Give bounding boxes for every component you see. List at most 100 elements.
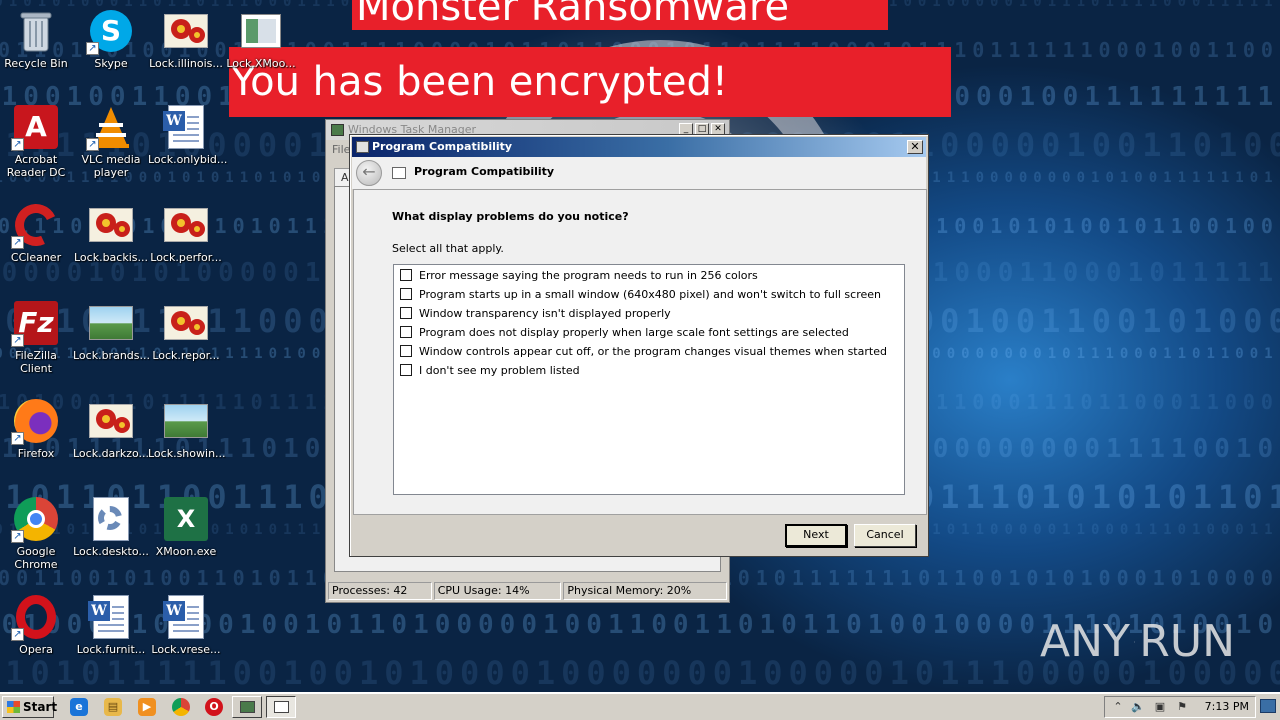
program-compatibility-dialog[interactable]: Program Compatibility ✕ ← Program Compat…	[349, 134, 929, 557]
checkbox[interactable]	[400, 307, 412, 319]
desktop-icon-filezilla[interactable]: Fz ↗ FileZilla Client	[0, 294, 75, 375]
checkbox[interactable]	[400, 326, 412, 338]
shortcut-arrow-icon: ↗	[86, 42, 99, 55]
volume-icon[interactable]: 🔈	[1131, 700, 1145, 714]
dialog-title: Program Compatibility	[372, 140, 513, 153]
desktop-icon-lock-darkzo[interactable]: Lock.darkzo...	[72, 392, 150, 460]
media-player-icon[interactable]: ▶	[138, 698, 156, 716]
desktop-icon-skype[interactable]: S ↗ Skype	[72, 2, 150, 70]
option-label: I don't see my problem listed	[419, 363, 580, 377]
network-icon[interactable]: ▣	[1153, 700, 1167, 714]
taskbar-compatibility-button[interactable]	[266, 696, 296, 718]
taskbar-task-manager-button[interactable]	[232, 696, 262, 718]
question-heading: What display problems do you notice?	[392, 210, 629, 223]
problem-option-small-window[interactable]: Program starts up in a small window (640…	[400, 286, 881, 302]
opera-icon: ↗	[11, 594, 59, 641]
show-desktop-icon[interactable]	[1260, 699, 1276, 713]
desktop-icon-opera[interactable]: ↗ Opera	[0, 588, 75, 656]
status-cpu-usage: CPU Usage: 14%	[433, 582, 562, 600]
instruction-text: Select all that apply.	[392, 242, 504, 255]
back-arrow-icon[interactable]: ←	[356, 160, 382, 186]
problem-option-large-font[interactable]: Program does not display properly when l…	[400, 324, 849, 340]
anyrun-watermark: ANY RUN	[1040, 610, 1235, 674]
chrome-taskbar-icon[interactable]	[172, 698, 190, 716]
start-button[interactable]: Start	[2, 696, 57, 718]
desktop-icon-lock-perfor[interactable]: Lock.perfor...	[147, 196, 225, 264]
option-label: Program starts up in a small window (640…	[419, 287, 881, 301]
firefox-icon: ↗	[11, 398, 59, 445]
desktop-icon-vlc[interactable]: ↗ VLC media player	[72, 98, 150, 179]
desktop-icon-firefox[interactable]: ↗ Firefox	[0, 392, 75, 460]
desktop-icon-label: Lock.furnit...	[76, 643, 146, 656]
windows-logo-icon	[7, 701, 20, 713]
desktop-icon-lock-furnit[interactable]: W Lock.furnit...	[72, 588, 150, 656]
watermark-text-left: ANY	[1040, 616, 1130, 667]
desktop-icon-lock-vrese[interactable]: W Lock.vrese...	[147, 588, 225, 656]
vlc-icon: ↗	[86, 104, 134, 151]
desktop-icon-label: Lock.darkzo...	[73, 447, 149, 460]
desktop-icon-ccleaner[interactable]: ↗ CCleaner	[0, 196, 75, 264]
option-label: Window transparency isn't displayed prop…	[419, 306, 671, 320]
desktop-icon-lock-xmoo[interactable]: Lock.XMoo...	[222, 2, 300, 70]
action-center-flag-icon[interactable]: ⚑	[1175, 700, 1189, 714]
status-processes: Processes: 42	[328, 582, 432, 600]
desktop-icon-acrobat[interactable]: A ↗ Acrobat Reader DC	[0, 98, 75, 179]
settings-file-icon	[88, 496, 134, 542]
ransomware-title-banner: Monster Ransomware	[352, 0, 888, 30]
clock[interactable]: 7:13 PM	[1205, 697, 1249, 717]
desktop-icon-label: Lock.onlybid...	[148, 153, 228, 166]
checkbox[interactable]	[400, 364, 412, 376]
next-button[interactable]: Next	[785, 524, 847, 547]
internet-explorer-icon[interactable]: e	[70, 698, 88, 716]
filezilla-icon: Fz ↗	[11, 300, 59, 347]
option-label: Error message saying the program needs t…	[419, 268, 758, 282]
show-hidden-icons-icon[interactable]: ⌃	[1111, 700, 1125, 714]
checkbox[interactable]	[400, 269, 412, 281]
shortcut-arrow-icon: ↗	[11, 432, 24, 445]
desktop-icon-label: Lock.vrese...	[151, 643, 221, 656]
encrypted-message-banner: You has been encrypted!	[229, 47, 951, 117]
wizard-title: Program Compatibility	[414, 165, 555, 178]
problem-option-transparency[interactable]: Window transparency isn't displayed prop…	[400, 305, 671, 321]
checkbox[interactable]	[400, 288, 412, 300]
close-button[interactable]: ✕	[907, 140, 923, 154]
task-manager-icon	[331, 124, 344, 136]
shortcut-arrow-icon: ↗	[11, 236, 24, 249]
skype-icon: S ↗	[86, 8, 134, 55]
checkbox[interactable]	[400, 345, 412, 357]
desktop-icon-lock-illinois[interactable]: Lock.illinois...	[147, 2, 225, 70]
desktop-icon-lock-deskto[interactable]: Lock.deskto...	[72, 490, 150, 558]
desktop-icon-label: FileZilla Client	[15, 349, 57, 375]
option-label: Window controls appear cut off, or the p…	[419, 344, 887, 358]
desktop-icon-label: VLC media player	[81, 153, 141, 179]
desktop-icon-lock-backis[interactable]: Lock.backis...	[72, 196, 150, 264]
problem-checklist: Error message saying the program needs t…	[393, 264, 905, 495]
acrobat-icon: A ↗	[11, 104, 59, 151]
desktop-icon-lock-brands[interactable]: Lock.brands...	[72, 294, 150, 362]
desktop-icon-lock-onlybid[interactable]: W Lock.onlybid...	[147, 98, 228, 166]
desktop-icon-label: Skype	[94, 57, 128, 70]
image-file-icon	[88, 398, 134, 444]
problem-option-controls-cut-off[interactable]: Window controls appear cut off, or the p…	[400, 343, 887, 359]
shortcut-arrow-icon: ↗	[11, 628, 24, 641]
opera-taskbar-icon[interactable]: O	[205, 698, 223, 716]
desktop-icon-chrome[interactable]: ↗ Google Chrome	[0, 490, 75, 571]
cancel-button[interactable]: Cancel	[854, 524, 916, 547]
chrome-icon: ↗	[11, 496, 59, 543]
status-physical-memory: Physical Memory: 20%	[563, 582, 727, 600]
file-explorer-icon[interactable]: ▤	[104, 698, 122, 716]
ccleaner-icon: ↗	[9, 198, 63, 252]
desktop-icon-lock-repor[interactable]: Lock.repor...	[147, 294, 225, 362]
desktop-icon-label: Lock.showin...	[148, 447, 226, 460]
wizard-header: ← Program Compatibility	[352, 157, 926, 189]
problem-option-not-listed[interactable]: I don't see my problem listed	[400, 362, 580, 378]
desktop-icon-label: Lock.deskto...	[73, 545, 149, 558]
desktop-icon-recycle-bin[interactable]: Recycle Bin	[0, 2, 75, 70]
shortcut-arrow-icon: ↗	[11, 138, 24, 151]
desktop-icon-xmoon-exe[interactable]: X XMoon.exe	[147, 490, 225, 558]
recycle-bin-icon	[13, 8, 59, 54]
problem-option-256-colors[interactable]: Error message saying the program needs t…	[400, 267, 758, 283]
desktop-icon-lock-showin[interactable]: Lock.showin...	[147, 392, 226, 460]
dialog-titlebar[interactable]: Program Compatibility ✕	[352, 137, 926, 157]
compatibility-icon	[356, 141, 369, 153]
